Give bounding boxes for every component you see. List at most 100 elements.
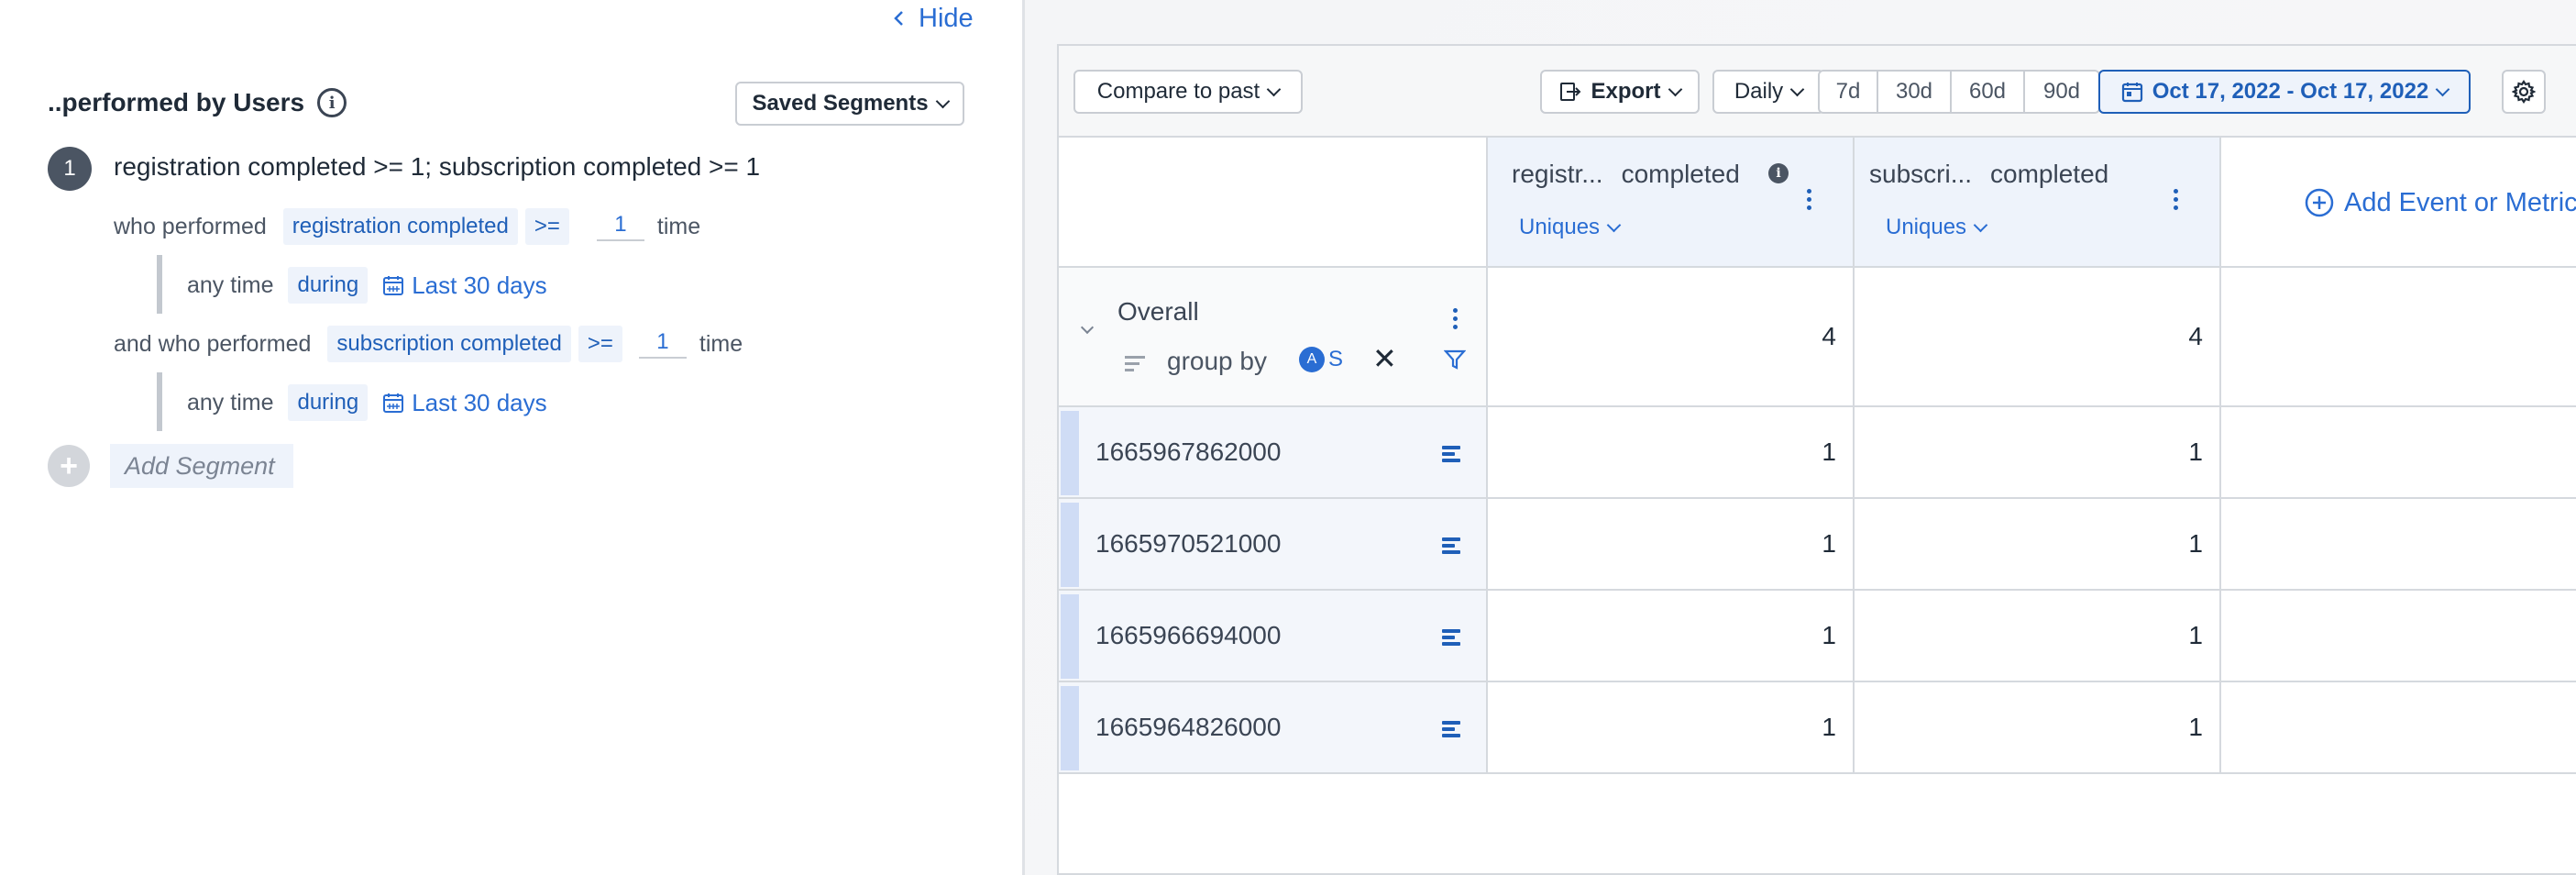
export-button[interactable]: Export	[1540, 70, 1700, 114]
during-chip[interactable]: during	[288, 384, 369, 421]
group-by-value: S	[1328, 347, 1344, 371]
row-color-marker	[1061, 686, 1079, 770]
condition-prefix: who performed	[114, 213, 267, 239]
column-header-subscription[interactable]: subscri... completed Uniques	[1855, 138, 2221, 268]
compare-to-past-button[interactable]: Compare to past	[1073, 70, 1303, 114]
row-label-cell: 1665970521000	[1059, 499, 1488, 589]
close-icon[interactable]: ✕	[1372, 341, 1397, 376]
chevron-down-icon	[1266, 82, 1282, 96]
filter-icon[interactable]	[1444, 349, 1466, 371]
column-title-part: registr...	[1512, 160, 1603, 188]
aggregation-label: Uniques	[1886, 215, 1967, 239]
date-range-link[interactable]: Last 30 days	[382, 271, 547, 300]
timing-row: any time during Last 30 days	[187, 382, 547, 423]
aggregation-select[interactable]: Uniques	[1886, 215, 1988, 240]
range-90d[interactable]: 90d	[2025, 72, 2098, 112]
settings-button[interactable]	[2502, 70, 2546, 114]
row-color-marker	[1061, 503, 1079, 587]
row-value: 1	[1855, 591, 2221, 681]
table-row[interactable]: 1665966694000 1 1	[1059, 591, 2576, 682]
condition-prefix: and who performed	[114, 330, 312, 357]
row-label: 1665967862000	[1095, 438, 1282, 466]
interval-select[interactable]: Daily	[1712, 70, 1824, 114]
info-icon[interactable]: i	[1768, 163, 1789, 183]
chevron-down-icon[interactable]	[1080, 320, 1095, 335]
add-event-label: Add Event or Metric	[2344, 187, 2576, 217]
table-row[interactable]: 1665967862000 1 1	[1059, 407, 2576, 499]
kebab-menu-icon[interactable]	[2174, 189, 2179, 210]
date-range-picker[interactable]: Oct 17, 2022 - Oct 17, 2022	[2098, 70, 2471, 114]
row-value: 1	[1855, 499, 2221, 589]
date-range-label: Last 30 days	[412, 271, 547, 299]
count-input[interactable]: 1	[638, 329, 687, 359]
group-by-chip[interactable]: A S	[1299, 347, 1343, 372]
chevron-down-icon	[2435, 82, 2450, 96]
row-value: 1	[1488, 591, 1855, 681]
aggregation-select[interactable]: Uniques	[1519, 215, 1622, 240]
segment-definition[interactable]: registration completed >= 1; subscriptio…	[114, 152, 760, 182]
chevron-left-icon	[894, 11, 903, 26]
column-title-part: completed	[1990, 160, 2109, 188]
column-header-registration[interactable]: registr... completed i Uniques	[1488, 138, 1855, 268]
row-color-marker	[1061, 594, 1079, 679]
row-label: 1665966694000	[1095, 621, 1282, 649]
export-label: Export	[1591, 79, 1661, 104]
row-label-cell: 1665967862000	[1059, 407, 1488, 497]
add-segment-button[interactable]: Add Segment	[110, 444, 293, 488]
table-row[interactable]: 1665970521000 1 1	[1059, 499, 2576, 591]
event-chip[interactable]: registration completed	[282, 208, 518, 245]
column-title: registr... completed	[1512, 160, 1740, 189]
hide-panel-link[interactable]: Hide	[891, 2, 974, 35]
operator-chip[interactable]: >=	[578, 326, 622, 362]
export-icon	[1560, 83, 1581, 101]
during-chip[interactable]: during	[288, 267, 369, 304]
bars-icon[interactable]	[1442, 537, 1462, 554]
chevron-down-icon	[1789, 82, 1805, 96]
results-panel: Compare to past Export Daily 7d 30d 60d …	[1022, 0, 2576, 875]
drag-handle-icon[interactable]	[1125, 356, 1145, 371]
property-icon: A	[1299, 347, 1325, 372]
calendar-icon	[2121, 83, 2142, 103]
table-row-overall: Overall group by A S ✕ 4 4	[1059, 268, 2576, 407]
condition-divider	[157, 255, 162, 314]
bars-icon[interactable]	[1442, 721, 1462, 737]
overall-value-registration: 4	[1488, 268, 1855, 405]
plus-circle-icon	[2305, 188, 2334, 217]
add-segment-plus-icon[interactable]: +	[48, 445, 90, 487]
column-title: subscri... completed	[1869, 160, 2108, 189]
range-7d[interactable]: 7d	[1820, 72, 1878, 112]
add-event-button[interactable]: Add Event or Metric	[2304, 138, 2576, 268]
segment-number-badge: 1	[48, 147, 92, 191]
date-range-label: Last 30 days	[412, 388, 547, 416]
range-30d[interactable]: 30d	[1878, 72, 1952, 112]
row-label-cell: 1665966694000	[1059, 591, 1488, 681]
kebab-menu-icon[interactable]	[1807, 189, 1812, 210]
kebab-menu-icon[interactable]	[1453, 308, 1459, 329]
saved-segments-button[interactable]: Saved Segments	[735, 82, 964, 126]
chart-toolbar: Compare to past Export Daily 7d 30d 60d …	[1059, 46, 2576, 138]
bars-icon[interactable]	[1442, 629, 1462, 646]
row-value: 1	[1855, 682, 2221, 772]
event-chip[interactable]: subscription completed	[327, 326, 571, 362]
segment-title: ..performed by Users i	[48, 88, 347, 117]
results-card: Compare to past Export Daily 7d 30d 60d …	[1057, 44, 2576, 875]
calendar-icon	[383, 393, 404, 413]
count-input[interactable]: 1	[596, 212, 644, 241]
timing-label: any time	[187, 271, 274, 298]
operator-chip[interactable]: >=	[524, 208, 569, 245]
date-range-text: Oct 17, 2022 - Oct 17, 2022	[2152, 79, 2429, 104]
bars-icon[interactable]	[1442, 446, 1462, 462]
info-icon[interactable]: i	[317, 88, 347, 117]
gear-icon	[2512, 80, 2536, 104]
interval-label: Daily	[1734, 79, 1784, 104]
table-row[interactable]: 1665964826000 1 1	[1059, 682, 2576, 774]
date-range-link[interactable]: Last 30 days	[382, 388, 547, 417]
segment-panel: Hide ..performed by Users i Saved Segmen…	[0, 0, 1022, 875]
row-label: 1665964826000	[1095, 713, 1282, 741]
timing-row: any time during Last 30 days	[187, 265, 547, 305]
row-value: 1	[1855, 407, 2221, 497]
condition-divider	[157, 372, 162, 431]
chevron-down-icon	[1606, 217, 1622, 232]
range-60d[interactable]: 60d	[1952, 72, 2025, 112]
saved-segments-label: Saved Segments	[752, 91, 929, 116]
